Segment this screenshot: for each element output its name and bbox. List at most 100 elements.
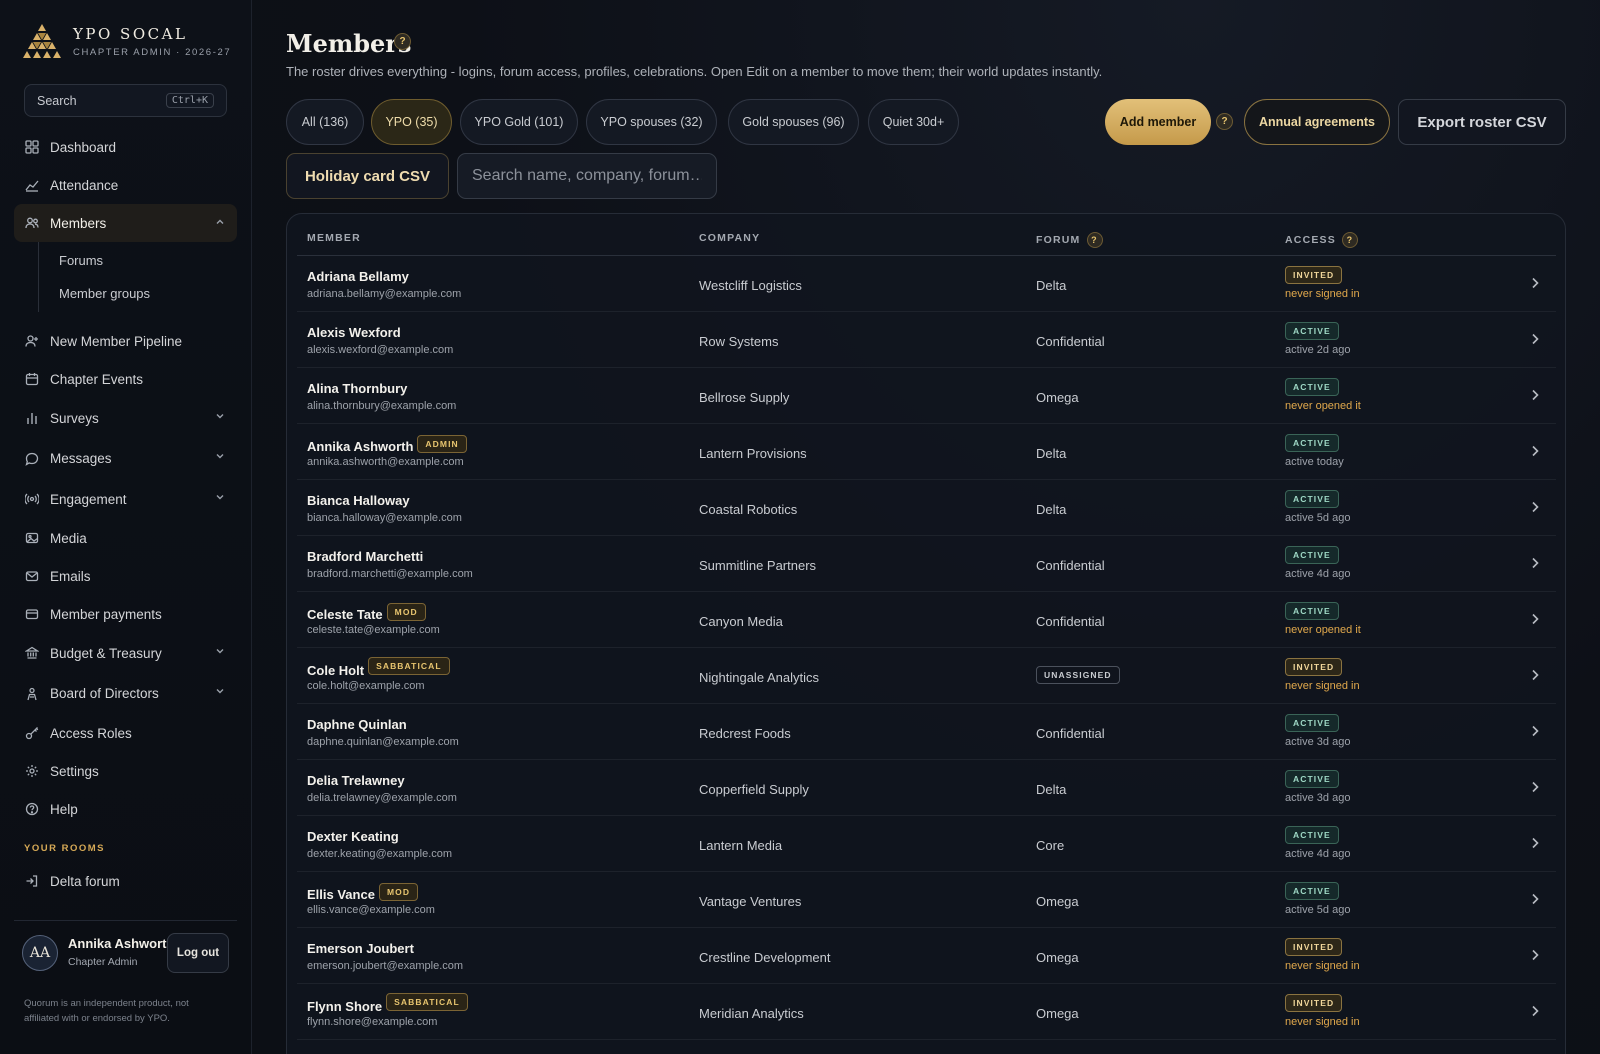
member-name[interactable]: Daphne Quinlan — [307, 717, 407, 732]
member-name[interactable]: Alina Thornbury — [307, 381, 407, 396]
sidebar-item-member-payments[interactable]: Member payments — [14, 595, 237, 633]
members-subnav: Forums Member groups — [38, 242, 237, 312]
table-row[interactable]: Celeste Tate MOD celeste.tate@example.com C… — [297, 592, 1556, 648]
filter-gold-spouses[interactable]: Gold spouses (96) — [728, 99, 859, 145]
sidebar-item-label: Messages — [50, 451, 112, 466]
chevron-right-icon[interactable] — [1530, 612, 1540, 626]
avatar[interactable]: AA — [22, 935, 58, 971]
chevron-right-icon[interactable] — [1530, 556, 1540, 570]
column-header-company[interactable]: COMPANY — [699, 232, 760, 244]
chevron-right-icon[interactable] — [1530, 276, 1540, 290]
sidebar-item-label: Members — [50, 215, 107, 231]
table-row[interactable]: Delia Trelawney delia.trelawney@example.c… — [297, 760, 1556, 816]
sidebar-item-media[interactable]: Media — [14, 519, 237, 557]
chevron-right-icon[interactable] — [1530, 668, 1540, 682]
table-row[interactable]: Ellis Vance MOD ellis.vance@example.com Van… — [297, 872, 1556, 928]
last-activity: never opened it — [1285, 400, 1361, 412]
sidebar-item-new-member-pipeline[interactable]: New Member Pipeline — [14, 322, 237, 360]
room-item-delta-forum[interactable]: Delta forum — [14, 862, 237, 900]
member-name[interactable]: Flynn Shore — [307, 999, 382, 1014]
member-name[interactable]: Alexis Wexford — [307, 325, 401, 340]
brand[interactable]: YPO SOCAL CHAPTER ADMIN · 2026-27 — [22, 22, 231, 60]
sidebar-search[interactable]: Search Ctrl+K — [24, 84, 227, 117]
sidebar-item-members[interactable]: Members — [14, 204, 237, 242]
sidebar-item-help[interactable]: Help — [14, 790, 237, 828]
help-icon[interactable]: ? — [394, 33, 411, 50]
status-badge: ACTIVE — [1285, 378, 1339, 396]
member-name[interactable]: Cole Holt — [307, 663, 364, 678]
sidebar-item-label: Board of Directors — [50, 686, 159, 701]
holiday-card-button[interactable]: Holiday card CSV — [286, 153, 449, 199]
table-row[interactable]: Alexis Wexford alexis.wexford@example.com… — [297, 312, 1556, 368]
table-row[interactable]: Bianca Halloway bianca.halloway@example.c… — [297, 480, 1556, 536]
chat-icon — [25, 452, 39, 466]
table-row[interactable]: Dexter Keating dexter.keating@example.com… — [297, 816, 1556, 872]
sidebar-item-board-of-directors[interactable]: Board of Directors — [14, 673, 237, 714]
sidebar-item-attendance[interactable]: Attendance — [14, 166, 237, 204]
forum-cell: Confidential — [1036, 726, 1105, 741]
sidebar-item-access-roles[interactable]: Access Roles — [14, 714, 237, 752]
export-roster-button[interactable]: Export roster CSV — [1398, 99, 1566, 145]
sidebar-item-surveys[interactable]: Surveys — [14, 398, 237, 438]
last-activity: never signed in — [1285, 680, 1360, 692]
sidebar-item-budget-treasury[interactable]: Budget & Treasury — [14, 633, 237, 673]
filter-ypo[interactable]: YPO (35) — [371, 99, 452, 145]
sidebar-item-label: Attendance — [50, 177, 119, 193]
help-icon[interactable]: ? — [1216, 113, 1233, 130]
member-name[interactable]: Bradford Marchetti — [307, 549, 423, 564]
chevron-right-icon[interactable] — [1530, 500, 1540, 514]
column-header-access[interactable]: ACCESS? — [1285, 232, 1358, 248]
table-row[interactable]: Alina Thornbury alina.thornbury@example.c… — [297, 368, 1556, 424]
sidebar-item-label: Media — [50, 530, 87, 546]
table-row[interactable]: Daphne Quinlan daphne.quinlan@example.com… — [297, 704, 1556, 760]
sidebar-item-settings[interactable]: Settings — [14, 752, 237, 790]
table-row[interactable]: Emerson Joubert emerson.joubert@example.c… — [297, 928, 1556, 984]
sidebar-item-chapter-events[interactable]: Chapter Events — [14, 360, 237, 398]
sidebar-item-emails[interactable]: Emails — [14, 557, 237, 595]
chevron-right-icon[interactable] — [1530, 948, 1540, 962]
member-name[interactable]: Bianca Halloway — [307, 493, 410, 508]
member-name[interactable]: Annika Ashworth — [307, 439, 413, 454]
annual-agreements-button[interactable]: Annual agreements — [1244, 99, 1390, 145]
member-name[interactable]: Adriana Bellamy — [307, 269, 409, 284]
sidebar-item-engagement[interactable]: Engagement — [14, 479, 237, 519]
sidebar-item-dashboard[interactable]: Dashboard — [14, 128, 237, 166]
table-row[interactable]: Bradford Marchetti bradford.marchetti@exa… — [297, 536, 1556, 592]
member-name[interactable]: Ellis Vance — [307, 887, 375, 902]
chevron-right-icon[interactable] — [1530, 724, 1540, 738]
image-icon — [25, 531, 39, 545]
role-badge: MOD — [386, 603, 426, 621]
bar-chart-icon — [25, 411, 39, 425]
filter-ypo-gold[interactable]: YPO Gold (101) — [460, 99, 578, 145]
table-row[interactable]: Annika Ashworth ADMIN annika.ashworth@exam… — [297, 424, 1556, 480]
chevron-right-icon[interactable] — [1530, 892, 1540, 906]
add-member-button[interactable]: Add member — [1105, 99, 1211, 145]
member-search-input[interactable] — [457, 153, 717, 199]
company-cell: Vantage Ventures — [699, 894, 802, 909]
column-header-forum[interactable]: FORUM? — [1036, 232, 1103, 248]
help-icon[interactable]: ? — [1086, 232, 1103, 248]
chevron-right-icon[interactable] — [1530, 780, 1540, 794]
member-name[interactable]: Delia Trelawney — [307, 773, 405, 788]
filter-quiet[interactable]: Quiet 30d+ — [868, 99, 959, 145]
help-icon[interactable]: ? — [1341, 232, 1358, 248]
member-name[interactable]: Celeste Tate — [307, 607, 383, 622]
member-name[interactable]: Emerson Joubert — [307, 941, 414, 956]
filter-ypo-spouses[interactable]: YPO spouses (32) — [586, 99, 717, 145]
column-header-member[interactable]: MEMBER — [307, 232, 361, 244]
chevron-right-icon[interactable] — [1530, 444, 1540, 458]
sidebar-item-member-groups[interactable]: Member groups — [39, 277, 237, 310]
logout-button[interactable]: Log out — [167, 933, 229, 973]
table-row[interactable]: Cole Holt SABBATICAL cole.holt@example.com… — [297, 648, 1556, 704]
chevron-right-icon[interactable] — [1530, 388, 1540, 402]
table-row[interactable]: Adriana Bellamy adriana.bellamy@example.c… — [297, 256, 1556, 312]
sidebar-item-forums[interactable]: Forums — [39, 244, 237, 277]
chevron-right-icon[interactable] — [1530, 1004, 1540, 1018]
member-email: cole.holt@example.com — [307, 680, 425, 692]
table-row[interactable]: Flynn Shore SABBATICAL flynn.shore@example… — [297, 984, 1556, 1040]
member-name[interactable]: Dexter Keating — [307, 829, 399, 844]
chevron-right-icon[interactable] — [1530, 332, 1540, 346]
filter-all[interactable]: All (136) — [286, 99, 364, 145]
chevron-right-icon[interactable] — [1530, 836, 1540, 850]
sidebar-item-messages[interactable]: Messages — [14, 438, 237, 479]
